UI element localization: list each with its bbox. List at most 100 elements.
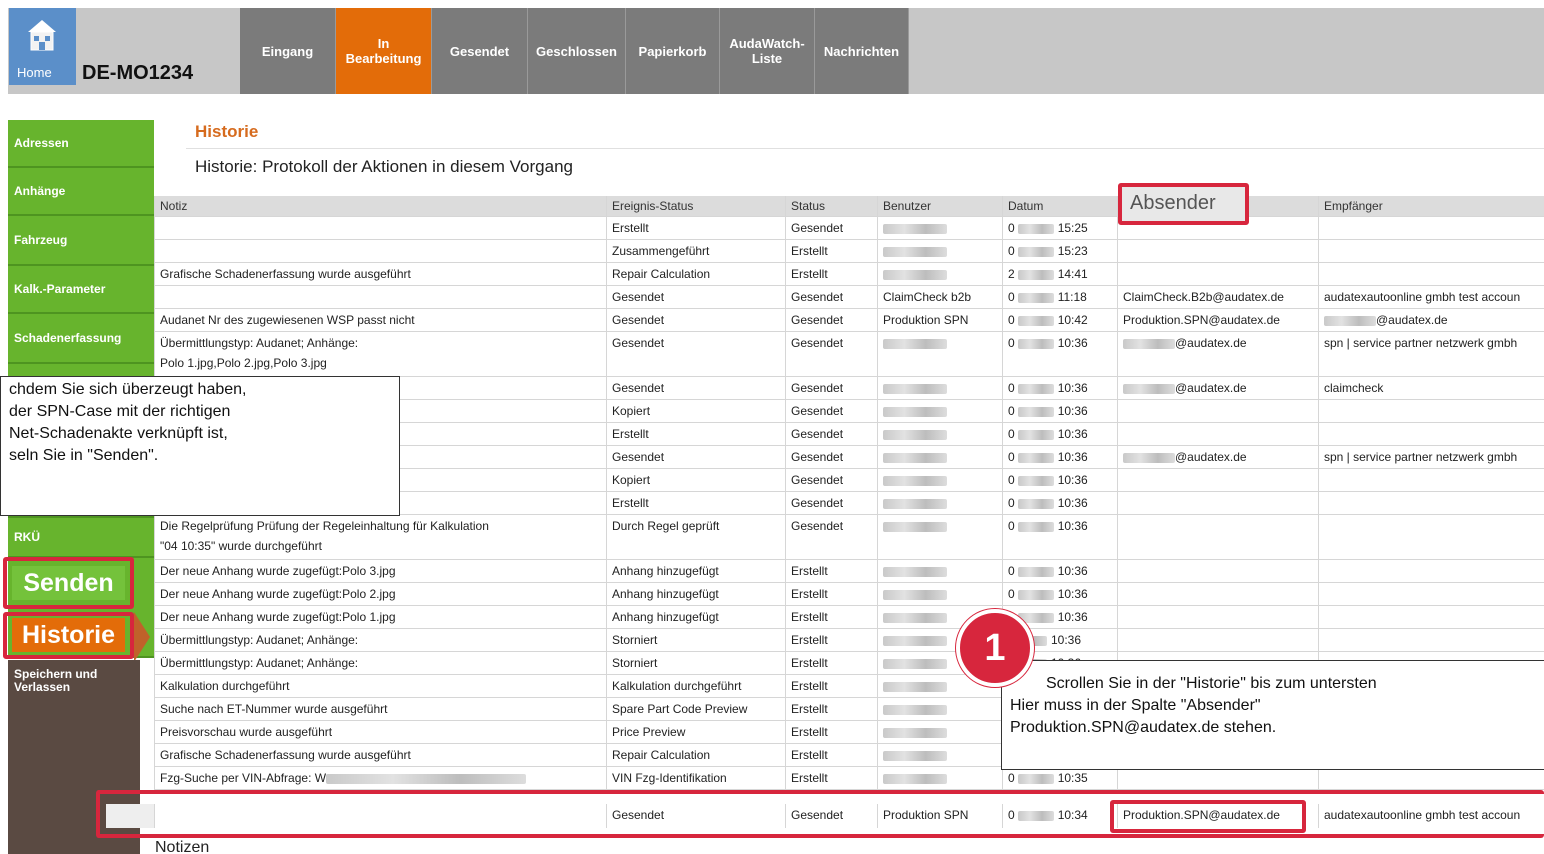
callout-line: Produktion.SPN@audatex.de stehen. — [1010, 719, 1277, 736]
home-button[interactable]: Home — [9, 8, 76, 85]
cell-text: Produktion.SPN@audatex.de — [1123, 313, 1280, 327]
date-time: 10:36 — [1057, 610, 1088, 624]
cell-text: Preisvorschau wurde ausgeführt — [160, 725, 333, 739]
date-day: 2 — [1008, 267, 1015, 281]
cell-text: Gesendet — [612, 336, 665, 350]
tab-papierkorb[interactable]: Papierkorb — [626, 8, 720, 94]
tab-eingang[interactable]: Eingang — [240, 8, 336, 94]
table-row[interactable]: Zusammengeführt Erstellt 0 15:23 — [154, 240, 1544, 263]
column-header-ereignis: Ereignis-Status — [606, 196, 785, 216]
cell-status: Gesendet — [785, 515, 877, 559]
sidebar-item-rku[interactable]: RKÜ — [8, 518, 154, 558]
cell-datum: 0 10:36 — [1002, 377, 1117, 399]
tab-label: Nachrichten — [823, 43, 900, 59]
case-id: DE-MO1234 — [82, 62, 194, 84]
cell-datum: 0 10:36 — [1002, 583, 1117, 605]
cell-text: Repair Calculation — [612, 267, 711, 281]
sidebar-item-adressen[interactable]: Adressen — [8, 120, 154, 168]
tab-gesendet[interactable]: Gesendet — [432, 8, 528, 94]
cell-notiz: Kalkulation durchgeführt — [154, 675, 606, 697]
cell-text: Kalkulation durchgeführt — [160, 679, 290, 693]
column-header-label: Empfänger — [1324, 199, 1383, 213]
redacted-text — [883, 589, 947, 600]
cell-text: Gesendet — [791, 290, 844, 304]
cell-text: Erstellt — [791, 267, 828, 281]
redacted-text — [1017, 429, 1054, 440]
tab-nachrichten[interactable]: Nachrichten — [815, 8, 909, 94]
table-row[interactable]: Audanet Nr des zugewiesenen WSP passt ni… — [154, 309, 1544, 332]
column-header-empfaenger: Empfänger — [1318, 196, 1544, 216]
redacted-text — [1017, 773, 1054, 784]
cell-notiz: Fzg-Suche per VIN-Abfrage: W — [154, 767, 606, 789]
cell-ereignis: Kopiert — [606, 469, 785, 491]
cell-text: Der neue Anhang wurde zugefügt:Polo 2.jp… — [160, 587, 396, 601]
redacted-text — [1017, 498, 1054, 509]
tab-in-bearbeitung[interactable]: In Bearbeitung — [336, 8, 432, 94]
table-row[interactable]: Grafische Schadenerfassung wurde ausgefü… — [154, 263, 1544, 286]
sidebar-item-label: Schadenerfassung — [14, 331, 122, 345]
cell-absender — [1117, 515, 1318, 559]
table-row[interactable]: Die Regelprüfung Prüfung der Regeleinhal… — [154, 515, 1544, 560]
sidebar-item-anhaenge[interactable]: Anhänge — [8, 168, 154, 216]
redacted-text — [1017, 566, 1054, 577]
redacted-text — [1017, 315, 1054, 326]
table-row[interactable]: Der neue Anhang wurde zugefügt:Polo 1.jp… — [154, 606, 1544, 629]
cell-notiz: Übermittlungstyp: Audanet; Anhänge: — [154, 652, 606, 674]
table-row[interactable]: Der neue Anhang wurde zugefügt:Polo 3.jp… — [154, 560, 1544, 583]
date-day: 0 — [1008, 221, 1015, 235]
cell-text-line-2: Polo 1.jpg,Polo 2.jpg,Polo 3.jpg — [160, 356, 327, 370]
sidebar-item-fahrzeug[interactable]: Fahrzeug — [8, 216, 154, 266]
redacted-text — [883, 750, 947, 761]
table-row[interactable]: Der neue Anhang wurde zugefügt:Polo 2.jp… — [154, 583, 1544, 606]
tab-geschlossen[interactable]: Geschlossen — [528, 8, 626, 94]
cell-text: Erstellt — [791, 656, 828, 670]
cell-empfaenger: spn | service partner netzwerk gmbh — [1318, 446, 1544, 468]
cell-status: Gesendet — [785, 332, 877, 376]
cell-text: spn | service partner netzwerk gmbh — [1324, 336, 1518, 350]
cell-datum: 0 10:35 — [1002, 767, 1117, 789]
cell-datum: 0 10:36 — [1002, 446, 1117, 468]
date-time: 10:36 — [1057, 473, 1088, 487]
table-row[interactable]: Übermittlungstyp: Audanet; Anhänge: Storn… — [154, 629, 1544, 652]
redacted-text — [883, 727, 947, 738]
cell-absender — [1117, 606, 1318, 628]
cell-ereignis: Anhang hinzugefügt — [606, 583, 785, 605]
cell-status: Gesendet — [785, 423, 877, 445]
cell-status: Erstellt — [785, 629, 877, 651]
table-row[interactable]: Fzg-Suche per VIN-Abfrage: W VIN Fzg-Iden… — [154, 767, 1544, 790]
cell-empfaenger — [1318, 492, 1544, 514]
sidebar-item-kalk-parameter[interactable]: Kalk.-Parameter — [8, 266, 154, 314]
cell-text: Erstellt — [791, 725, 828, 739]
table-row[interactable]: Übermittlungstyp: Audanet; Anhänge: Polo … — [154, 332, 1544, 377]
cell-notiz: Der neue Anhang wurde zugefügt:Polo 3.jp… — [154, 560, 606, 582]
date-time: 10:35 — [1057, 771, 1088, 785]
cell-ereignis: Erstellt — [606, 217, 785, 239]
cell-datum: 0 10:36 — [1002, 515, 1117, 559]
table-row[interactable]: Erstellt Gesendet 0 15:25 — [154, 217, 1544, 240]
callout-line: chdem Sie sich überzeugt haben, — [9, 381, 247, 398]
redacted-text — [1123, 338, 1175, 349]
redacted-text — [1017, 292, 1054, 303]
cell-empfaenger — [1318, 217, 1544, 239]
sidebar-item-label: Fahrzeug — [14, 233, 68, 247]
redacted-text — [883, 406, 947, 417]
cell-benutzer — [877, 377, 1002, 399]
cell-text: Kalkulation durchgeführt — [612, 679, 742, 693]
redacted-text — [1324, 315, 1376, 326]
cell-text: Gesendet — [791, 450, 844, 464]
cell-status: Gesendet — [785, 217, 877, 239]
redacted-text — [883, 658, 947, 669]
sidebar-item-schadenerfassung[interactable]: Schadenerfassung — [8, 314, 154, 364]
cell-ereignis: Gesendet — [606, 332, 785, 376]
tab-audawatch-liste[interactable]: AudaWatch- Liste — [720, 8, 815, 94]
redacted-text — [883, 429, 947, 440]
cell-ereignis: Price Preview — [606, 721, 785, 743]
historie-highlight-box — [3, 612, 134, 659]
cell-ereignis: Repair Calculation — [606, 744, 785, 766]
table-row[interactable]: Gesendet Gesendet ClaimCheck b2b 0 11:18 Clai… — [154, 286, 1544, 309]
cell-notiz: Preisvorschau wurde ausgeführt — [154, 721, 606, 743]
cell-ereignis: Storniert — [606, 652, 785, 674]
cell-text: Erstellt — [791, 702, 828, 716]
cell-empfaenger — [1318, 400, 1544, 422]
cell-ereignis: Anhang hinzugefügt — [606, 560, 785, 582]
